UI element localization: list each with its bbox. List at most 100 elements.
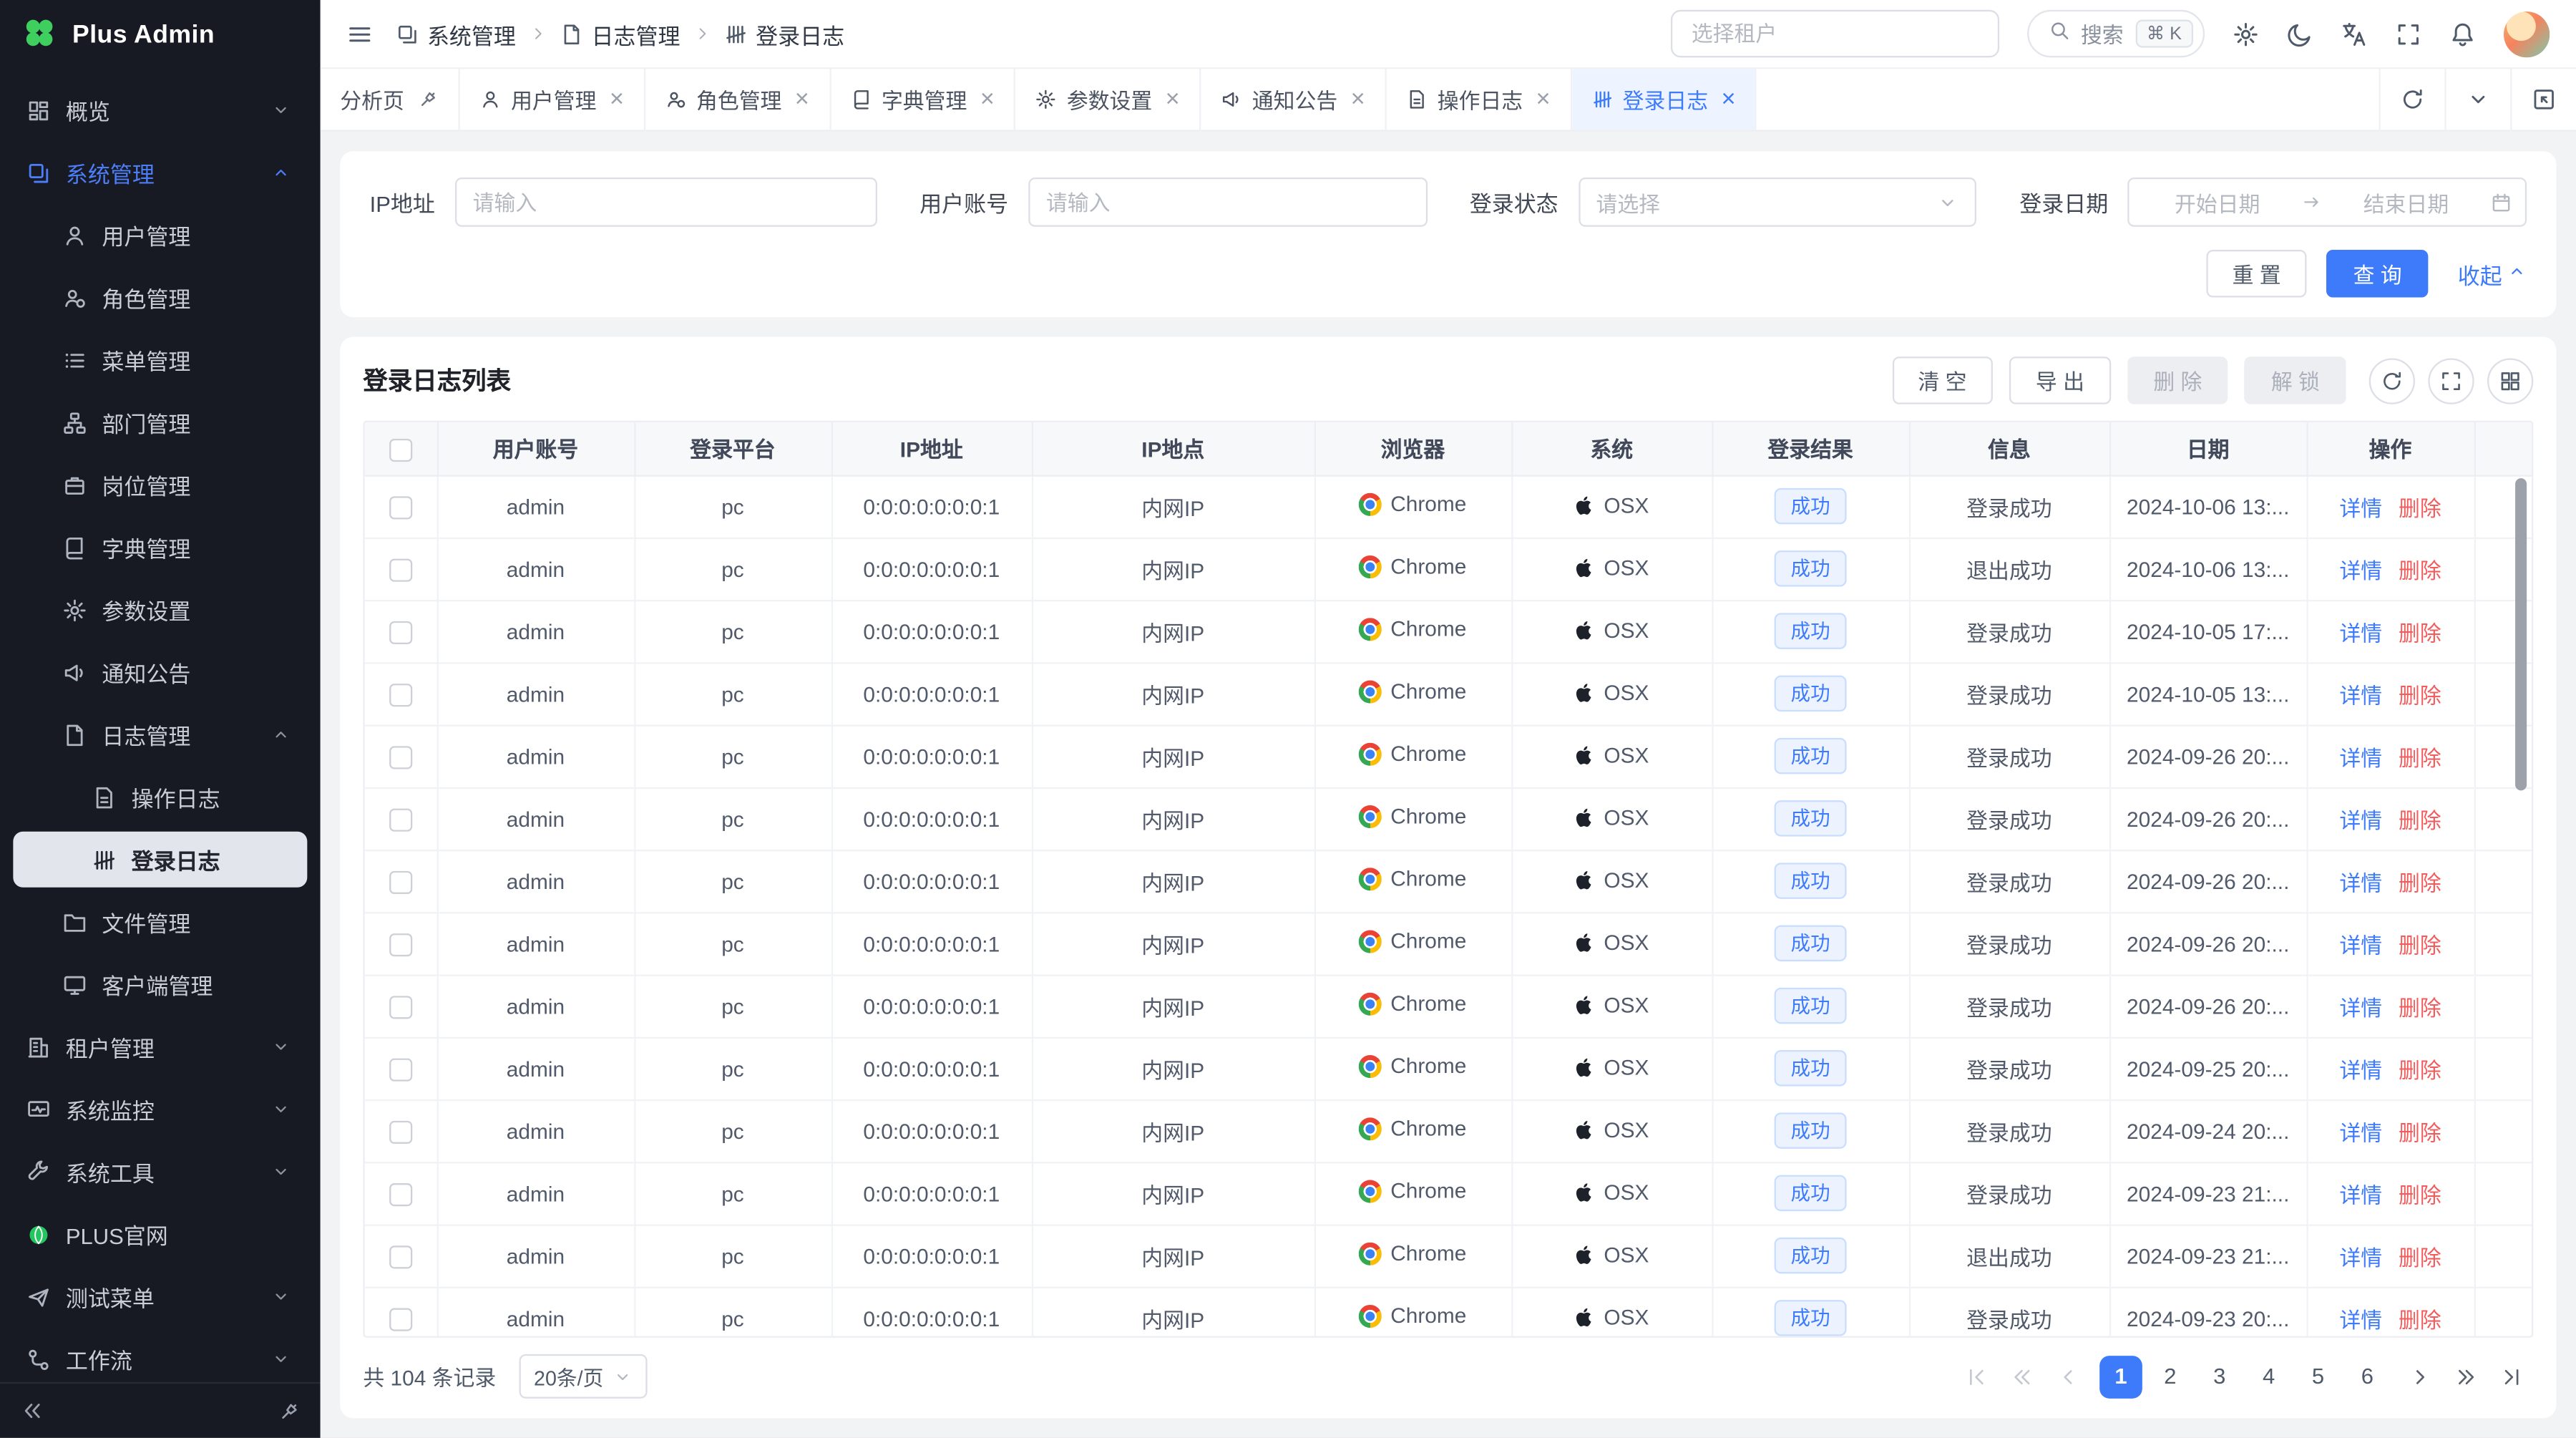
clear-button[interactable]: 清 空 [1892, 356, 1993, 404]
sidebar-item-tools[interactable]: 系统工具 [13, 1144, 307, 1200]
detail-link[interactable]: 详情 [2339, 495, 2382, 520]
page-1-button[interactable]: 1 [2099, 1355, 2142, 1398]
first-page-button[interactable] [1955, 1355, 1998, 1398]
refresh-page-button[interactable] [2379, 69, 2444, 130]
collapse-sidebar-button[interactable] [20, 1399, 44, 1423]
log-row[interactable]: adminpc0:0:0:0:0:0:0:1内网IPChromeOSX成功登录成… [365, 850, 2532, 912]
sidebar-item-tenant[interactable]: 租户管理 [13, 1019, 307, 1074]
next-page-button[interactable] [2399, 1355, 2441, 1398]
detail-link[interactable]: 详情 [2339, 1245, 2382, 1269]
page-6-button[interactable]: 6 [2346, 1355, 2389, 1398]
sidebar-item-menu[interactable]: 菜单管理 [13, 332, 307, 388]
close-tab-icon[interactable]: × [1536, 87, 1551, 112]
sidebar-item-dept[interactable]: 部门管理 [13, 394, 307, 450]
export-button[interactable]: 导 出 [2009, 356, 2110, 404]
fullscreen-icon[interactable] [2395, 21, 2421, 47]
dark-mode-toggle-icon[interactable] [2287, 21, 2313, 47]
query-button[interactable]: 查 询 [2327, 250, 2428, 298]
delete-link[interactable]: 删除 [2399, 1245, 2441, 1269]
unlock-button[interactable]: 解 锁 [2245, 356, 2346, 404]
account-input[interactable] [1028, 178, 1427, 227]
log-row[interactable]: adminpc0:0:0:0:0:0:0:1内网IPChromeOSX成功登录成… [365, 1162, 2532, 1224]
page-size-select[interactable]: 20条/页 [519, 1354, 648, 1399]
sidebar-item-plus-site[interactable]: PLUS官网 [13, 1206, 307, 1262]
language-icon[interactable] [2341, 21, 2368, 47]
sidebar-item-system[interactable]: 系统管理 [13, 145, 307, 200]
close-tab-icon[interactable]: × [610, 87, 624, 112]
delete-link[interactable]: 删除 [2399, 870, 2441, 895]
table-scrollbar-thumb[interactable] [2515, 478, 2527, 790]
detail-link[interactable]: 详情 [2339, 621, 2382, 645]
close-tab-icon[interactable]: × [1351, 87, 1365, 112]
global-search[interactable]: 搜索 ⌘ K [2026, 10, 2205, 58]
column-header[interactable]: 登录结果 [1712, 422, 1909, 475]
detail-link[interactable]: 详情 [2339, 870, 2382, 895]
sidebar-item-notice[interactable]: 通知公告 [13, 644, 307, 700]
tenant-select[interactable] [1670, 10, 1999, 58]
delete-button[interactable]: 删 除 [2127, 356, 2228, 404]
column-settings-button[interactable] [2487, 357, 2533, 403]
close-tab-icon[interactable]: × [795, 87, 809, 112]
tab-loginlog[interactable]: 登录日志× [1572, 69, 1757, 130]
sidebar-item-file[interactable]: 文件管理 [13, 894, 307, 950]
delete-link[interactable]: 删除 [2399, 1307, 2441, 1331]
sidebar-item-log[interactable]: 日志管理 [13, 706, 307, 762]
tab-menu-chevron[interactable] [2444, 69, 2510, 130]
row-checkbox[interactable] [389, 1308, 412, 1331]
sidebar-item-test[interactable]: 测试菜单 [13, 1268, 307, 1324]
user-avatar[interactable] [2504, 11, 2550, 57]
page-3-button[interactable]: 3 [2198, 1355, 2241, 1398]
close-tab-icon[interactable]: × [980, 87, 995, 112]
sidebar-item-user[interactable]: 用户管理 [13, 207, 307, 263]
row-checkbox[interactable] [389, 870, 412, 893]
sidebar-item-role[interactable]: 角色管理 [13, 270, 307, 326]
column-header[interactable]: 系统 [1511, 422, 1712, 475]
select-all-checkbox[interactable] [389, 438, 412, 461]
breadcrumb-login-log[interactable]: 登录日志 [724, 17, 844, 50]
column-header[interactable]: IP地点 [1032, 422, 1314, 475]
tab-param[interactable]: 参数设置× [1016, 69, 1201, 130]
close-tab-icon[interactable]: × [1166, 87, 1180, 112]
tenant-select-input[interactable] [1688, 20, 1981, 48]
row-checkbox[interactable] [389, 1120, 412, 1143]
detail-link[interactable]: 详情 [2339, 1307, 2382, 1331]
row-checkbox[interactable] [389, 933, 412, 956]
sidebar-item-post[interactable]: 岗位管理 [13, 457, 307, 512]
log-row[interactable]: adminpc0:0:0:0:0:0:0:1内网IPChromeOSX成功登录成… [365, 1037, 2532, 1099]
log-row[interactable]: adminpc0:0:0:0:0:0:0:1内网IPChromeOSX成功退出成… [365, 1224, 2532, 1286]
sidebar-item-loginlog[interactable]: 登录日志 [13, 832, 307, 888]
log-row[interactable]: adminpc0:0:0:0:0:0:0:1内网IPChromeOSX成功退出成… [365, 538, 2532, 600]
tab-notice[interactable]: 通知公告× [1201, 69, 1387, 130]
last-page-button[interactable] [2491, 1355, 2534, 1398]
pin-icon[interactable] [417, 89, 439, 110]
page-2-button[interactable]: 2 [2149, 1355, 2192, 1398]
ip-input[interactable] [454, 178, 877, 227]
delete-link[interactable]: 删除 [2399, 1182, 2441, 1207]
log-row[interactable]: adminpc0:0:0:0:0:0:0:1内网IPChromeOSX成功登录成… [365, 662, 2532, 724]
sidebar-item-overview[interactable]: 概览 [13, 82, 307, 138]
log-row[interactable]: adminpc0:0:0:0:0:0:0:1内网IPChromeOSX成功登录成… [365, 600, 2532, 662]
back-5-pages-button[interactable] [2001, 1355, 2044, 1398]
row-checkbox[interactable] [389, 746, 412, 769]
detail-link[interactable]: 详情 [2339, 745, 2382, 769]
delete-link[interactable]: 删除 [2399, 558, 2441, 582]
detail-link[interactable]: 详情 [2339, 933, 2382, 957]
log-row[interactable]: adminpc0:0:0:0:0:0:0:1内网IPChromeOSX成功登录成… [365, 475, 2532, 538]
log-row[interactable]: adminpc0:0:0:0:0:0:0:1内网IPChromeOSX成功登录成… [365, 1099, 2532, 1162]
row-checkbox[interactable] [389, 621, 412, 643]
close-tab-icon[interactable]: × [1721, 87, 1735, 112]
sidebar-item-monitor[interactable]: 系统监控 [13, 1082, 307, 1137]
delete-link[interactable]: 删除 [2399, 995, 2441, 1019]
tab-role[interactable]: 角色管理× [645, 69, 831, 130]
row-checkbox[interactable] [389, 1245, 412, 1268]
detail-link[interactable]: 详情 [2339, 1182, 2382, 1207]
tab-analysis[interactable]: 分析页 [321, 69, 460, 130]
sidebar-item-oplog[interactable]: 操作日志 [13, 769, 307, 825]
sidebar-item-workflow[interactable]: 工作流 [13, 1331, 307, 1382]
login-status-select[interactable]: 请选择 [1578, 178, 1976, 227]
refresh-list-button[interactable] [2369, 357, 2415, 403]
app-logo[interactable]: Plus Admin [0, 0, 321, 72]
row-checkbox[interactable] [389, 808, 412, 831]
column-header[interactable]: 日期 [2109, 422, 2307, 475]
delete-link[interactable]: 删除 [2399, 807, 2441, 832]
